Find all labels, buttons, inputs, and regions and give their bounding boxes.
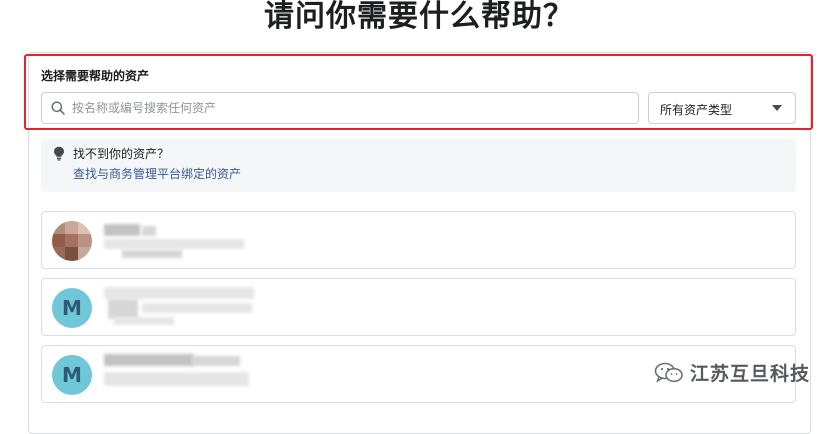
- redacted-asset-id: [104, 372, 249, 386]
- search-icon: [51, 101, 65, 115]
- redacted-asset-id: [142, 303, 252, 313]
- hint-title: 找不到你的资产？: [73, 147, 170, 161]
- redacted-asset-id: [104, 239, 244, 249]
- redacted-asset-name: [142, 226, 156, 236]
- redacted-asset-id: [114, 317, 174, 325]
- asset-type-selected: 所有资产类型: [660, 103, 733, 117]
- asset-row[interactable]: [41, 211, 796, 269]
- redacted-asset-name: [192, 356, 240, 366]
- watermark-text: 江苏互旦科技: [690, 363, 811, 385]
- asset-avatar-letter: M: [52, 288, 92, 328]
- asset-search-box[interactable]: [41, 92, 639, 124]
- wechat-icon: [654, 362, 683, 383]
- asset-search-input[interactable]: [72, 93, 632, 123]
- redacted-asset-name: [104, 224, 140, 236]
- redacted-asset-name: [108, 299, 138, 319]
- asset-avatar-photo: [52, 221, 92, 261]
- asset-avatar-letter: M: [52, 355, 92, 395]
- redacted-asset-id: [122, 250, 182, 258]
- redacted-asset-name: [104, 354, 194, 366]
- find-business-assets-link[interactable]: 查找与商务管理平台绑定的资产: [73, 165, 241, 182]
- redacted-asset-name: [104, 287, 254, 299]
- caret-down-icon: [772, 105, 782, 111]
- asset-row[interactable]: M: [41, 278, 796, 336]
- asset-section-label: 选择需要帮助的资产: [41, 69, 150, 83]
- asset-hint-box: 找不到你的资产？ 查找与商务管理平台绑定的资产: [41, 139, 796, 192]
- asset-type-dropdown[interactable]: 所有资产类型: [648, 92, 796, 124]
- lightbulb-icon: [54, 146, 64, 161]
- page-title: 请问你需要什么帮助？: [264, 0, 574, 34]
